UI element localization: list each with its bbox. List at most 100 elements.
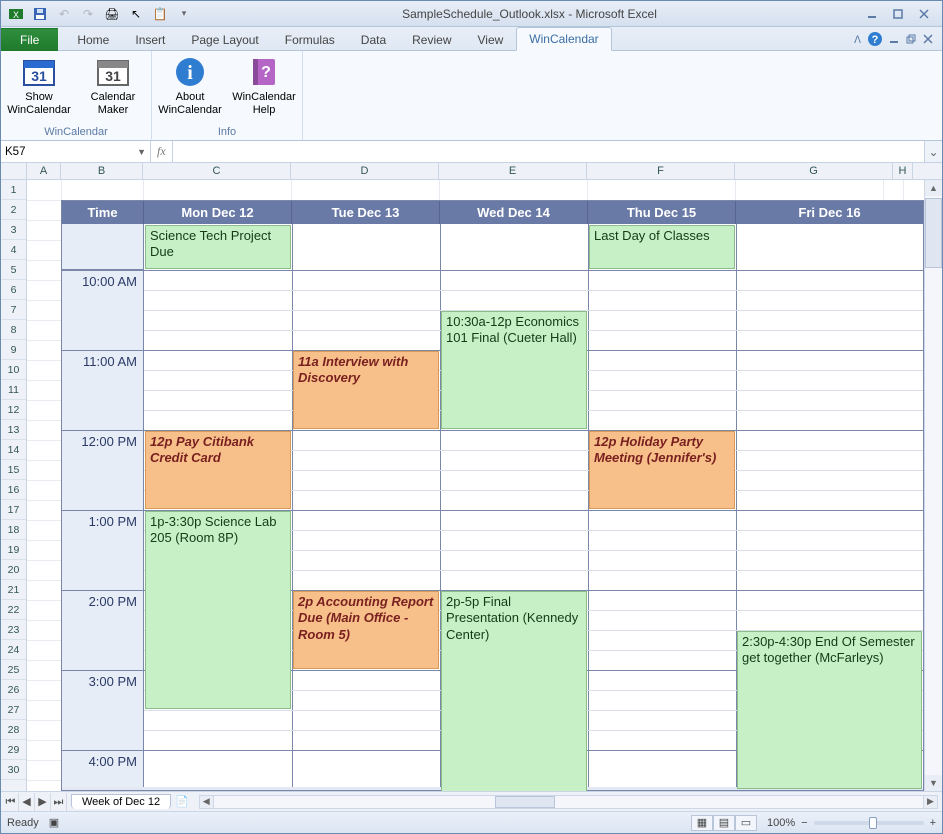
- help-icon[interactable]: ?: [867, 31, 883, 50]
- maximize-icon[interactable]: [890, 6, 906, 22]
- row-8[interactable]: 8: [1, 320, 26, 340]
- col-A[interactable]: A: [27, 163, 61, 179]
- col-B[interactable]: B: [61, 163, 143, 179]
- row-21[interactable]: 21: [1, 580, 26, 600]
- sheet-nav-prev-icon[interactable]: ◀: [19, 793, 35, 811]
- event-allday-mon[interactable]: Science Tech Project Due: [145, 225, 291, 269]
- row-4[interactable]: 4: [1, 240, 26, 260]
- tab-view[interactable]: View: [465, 28, 517, 51]
- doc-restore-icon[interactable]: [906, 34, 917, 48]
- view-page-layout-icon[interactable]: ▤: [713, 815, 735, 831]
- row-6[interactable]: 6: [1, 280, 26, 300]
- redo-icon[interactable]: ↷: [77, 4, 99, 24]
- sheet-nav-first-icon[interactable]: ⏮: [3, 793, 19, 811]
- paste-icon[interactable]: 📋: [149, 4, 171, 24]
- col-E[interactable]: E: [439, 163, 587, 179]
- row-18[interactable]: 18: [1, 520, 26, 540]
- tab-insert[interactable]: Insert: [122, 28, 178, 51]
- row-28[interactable]: 28: [1, 720, 26, 740]
- scroll-right-icon[interactable]: ▶: [923, 796, 937, 808]
- tab-page-layout[interactable]: Page Layout: [178, 28, 271, 51]
- undo-icon[interactable]: ↶: [53, 4, 75, 24]
- name-box[interactable]: K57 ▼: [1, 141, 151, 162]
- col-F[interactable]: F: [587, 163, 735, 179]
- row-2[interactable]: 2: [1, 200, 26, 220]
- event-end-semester[interactable]: 2:30p-4:30p End Of Semester get together…: [737, 631, 922, 789]
- formula-input[interactable]: [173, 141, 924, 162]
- row-15[interactable]: 15: [1, 460, 26, 480]
- view-page-break-icon[interactable]: ▭: [735, 815, 757, 831]
- formula-expand-icon[interactable]: ⌄: [924, 141, 942, 162]
- row-1[interactable]: 1: [1, 180, 26, 200]
- print-icon[interactable]: 🖨: [101, 4, 123, 24]
- row-12[interactable]: 12: [1, 400, 26, 420]
- scroll-left-icon[interactable]: ◀: [200, 796, 214, 808]
- row-19[interactable]: 19: [1, 540, 26, 560]
- macro-record-icon[interactable]: ▣: [49, 816, 59, 829]
- row-14[interactable]: 14: [1, 440, 26, 460]
- about-wincalendar-button[interactable]: i About WinCalendar: [158, 55, 222, 116]
- event-final-presentation[interactable]: 2p-5p Final Presentation (Kennedy Center…: [441, 591, 587, 791]
- row-24[interactable]: 24: [1, 640, 26, 660]
- event-econ-final[interactable]: 10:30a-12p Economics 101 Final (Cueter H…: [441, 311, 587, 429]
- show-wincalendar-button[interactable]: 31 Show WinCalendar: [7, 55, 71, 116]
- sheet-nav-next-icon[interactable]: ▶: [35, 793, 51, 811]
- col-H[interactable]: H: [893, 163, 913, 179]
- row-23[interactable]: 23: [1, 620, 26, 640]
- tab-wincalendar[interactable]: WinCalendar: [516, 27, 611, 51]
- event-accounting[interactable]: 2p Accounting Report Due (Main Office - …: [293, 591, 439, 669]
- hscroll-thumb[interactable]: [495, 796, 555, 808]
- row-20[interactable]: 20: [1, 560, 26, 580]
- row-3[interactable]: 3: [1, 220, 26, 240]
- new-sheet-icon[interactable]: 📄: [175, 795, 189, 808]
- scroll-up-icon[interactable]: ▲: [925, 180, 942, 196]
- fx-icon[interactable]: fx: [157, 144, 166, 159]
- sheet-tab-week[interactable]: Week of Dec 12: [71, 794, 171, 809]
- row-22[interactable]: 22: [1, 600, 26, 620]
- event-allday-thu[interactable]: Last Day of Classes: [589, 225, 735, 269]
- excel-icon[interactable]: X: [5, 4, 27, 24]
- sheet-nav-last-icon[interactable]: ⏭: [51, 793, 67, 811]
- doc-close-icon[interactable]: [923, 34, 934, 48]
- zoom-out-icon[interactable]: −: [801, 817, 807, 829]
- tab-file[interactable]: File: [1, 28, 58, 51]
- vertical-scrollbar[interactable]: ▲ ▼: [924, 180, 942, 791]
- row-5[interactable]: 5: [1, 260, 26, 280]
- tab-home[interactable]: Home: [64, 28, 122, 51]
- tab-data[interactable]: Data: [348, 28, 399, 51]
- row-25[interactable]: 25: [1, 660, 26, 680]
- minimize-ribbon-icon[interactable]: ᐱ: [854, 35, 861, 46]
- col-D[interactable]: D: [291, 163, 439, 179]
- row-29[interactable]: 29: [1, 740, 26, 760]
- row-7[interactable]: 7: [1, 300, 26, 320]
- view-normal-icon[interactable]: ▦: [691, 815, 713, 831]
- event-science-lab[interactable]: 1p-3:30p Science Lab 205 (Room 8P): [145, 511, 291, 709]
- row-30[interactable]: 30: [1, 760, 26, 780]
- doc-minimize-icon[interactable]: [889, 34, 900, 48]
- name-box-dropdown-icon[interactable]: ▼: [137, 147, 146, 157]
- calendar-maker-button[interactable]: 31 Calendar Maker: [81, 55, 145, 116]
- col-G[interactable]: G: [735, 163, 893, 179]
- event-citibank[interactable]: 12p Pay Citibank Credit Card: [145, 431, 291, 509]
- select-all-corner[interactable]: [1, 163, 27, 179]
- col-C[interactable]: C: [143, 163, 291, 179]
- scroll-down-icon[interactable]: ▼: [925, 775, 942, 791]
- minimize-icon[interactable]: [864, 6, 880, 22]
- close-icon[interactable]: [916, 6, 932, 22]
- row-11[interactable]: 11: [1, 380, 26, 400]
- event-interview[interactable]: 11a Interview with Discovery: [293, 351, 439, 429]
- wincalendar-help-button[interactable]: ? WinCalendar Help: [232, 55, 296, 116]
- zoom-slider[interactable]: [814, 821, 924, 825]
- horizontal-scrollbar[interactable]: ◀ ▶: [199, 795, 938, 809]
- tab-formulas[interactable]: Formulas: [272, 28, 348, 51]
- qat-dropdown-icon[interactable]: ▾: [173, 4, 195, 24]
- row-16[interactable]: 16: [1, 480, 26, 500]
- row-17[interactable]: 17: [1, 500, 26, 520]
- zoom-in-icon[interactable]: +: [930, 817, 936, 829]
- row-13[interactable]: 13: [1, 420, 26, 440]
- row-10[interactable]: 10: [1, 360, 26, 380]
- tab-review[interactable]: Review: [399, 28, 464, 51]
- zoom-level[interactable]: 100%: [767, 817, 795, 829]
- cells-area[interactable]: ▲ ▼ Time Mon Dec 12 Tue Dec 13 Wed Dec 1…: [27, 180, 942, 791]
- event-holiday-party[interactable]: 12p Holiday Party Meeting (Jennifer's): [589, 431, 735, 509]
